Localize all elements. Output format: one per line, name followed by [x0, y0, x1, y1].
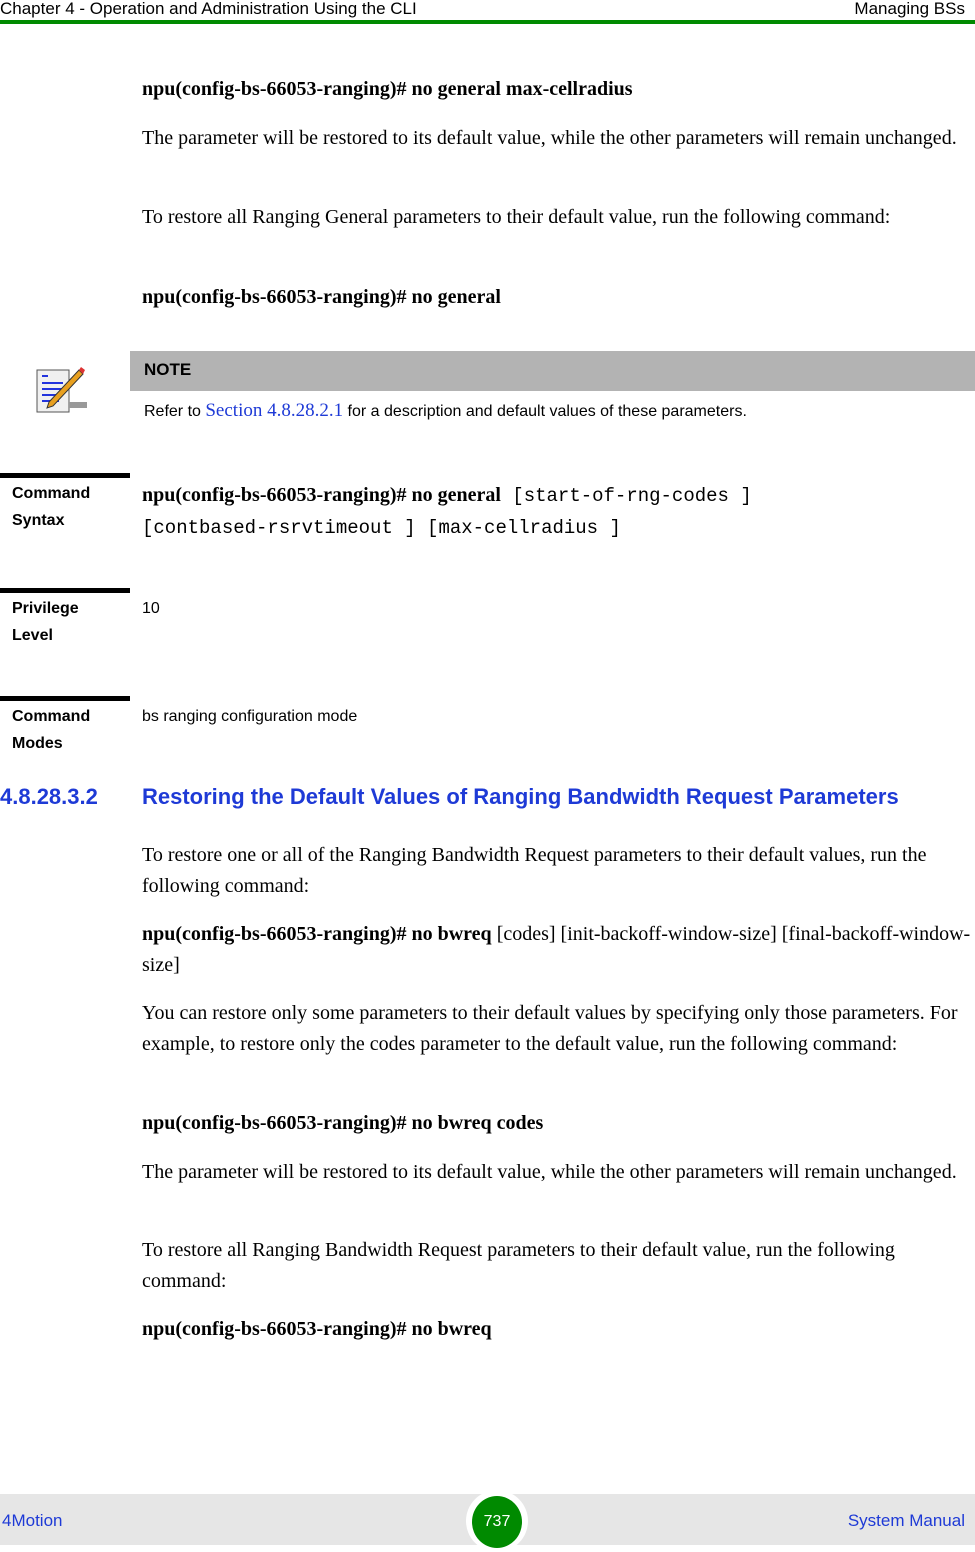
divider — [0, 696, 130, 701]
command-syntax-value: npu(config-bs-66053-ranging)# no general… — [142, 484, 752, 539]
command-example: npu(config-bs-66053-ranging)# no bwreq [… — [142, 923, 971, 976]
paragraph: The parameter will be restored to its de… — [142, 127, 957, 149]
privilege-level-label: Privilege Level — [12, 600, 79, 644]
note-text-after: for a description and default values of … — [343, 403, 747, 420]
header-rule — [0, 20, 975, 24]
section-number: 4.8.28.3.2 — [0, 784, 98, 809]
chapter-title: Chapter 4 - Operation and Administration… — [0, 0, 417, 18]
privilege-level-value: 10 — [142, 600, 160, 617]
paragraph: To restore all Ranging General parameter… — [142, 206, 891, 228]
section-heading: Restoring the Default Values of Ranging … — [142, 784, 899, 809]
command-example: npu(config-bs-66053-ranging)# no bwreq c… — [142, 1112, 544, 1134]
page-number: 737 — [472, 1496, 522, 1548]
paragraph: To restore one or all of the Ranging Ban… — [142, 844, 927, 897]
command-example: npu(config-bs-66053-ranging)# no general — [142, 286, 501, 308]
page-number-badge: 737 — [466, 1490, 528, 1552]
command-modes-label: Command Modes — [12, 708, 91, 752]
document-name: System Manual — [847, 1511, 965, 1530]
divider — [0, 473, 130, 478]
note-header: NOTE — [130, 351, 975, 391]
command-syntax-label: Command Syntax — [12, 485, 91, 529]
note-title: NOTE — [144, 360, 192, 379]
command-example: npu(config-bs-66053-ranging)# no general… — [142, 78, 633, 100]
divider — [0, 588, 130, 593]
note-text: Refer to Section 4.8.28.2.1 for a descri… — [144, 400, 747, 422]
page-header: Chapter 4 - Operation and Administration… — [0, 0, 975, 22]
section-title-header: Managing BSs — [854, 0, 965, 18]
paragraph: To restore all Ranging Bandwidth Request… — [142, 1239, 895, 1292]
paragraph: The parameter will be restored to its de… — [142, 1161, 957, 1183]
note-text-before: Refer to — [144, 403, 206, 420]
note-pencil-icon — [36, 367, 87, 413]
section-link[interactable]: Section 4.8.28.2.1 — [205, 400, 343, 421]
paragraph: You can restore only some parameters to … — [142, 1002, 958, 1055]
command-example: npu(config-bs-66053-ranging)# no bwreq — [142, 1318, 492, 1340]
product-name: 4Motion — [2, 1511, 63, 1530]
command-modes-value: bs ranging configuration mode — [142, 708, 358, 725]
